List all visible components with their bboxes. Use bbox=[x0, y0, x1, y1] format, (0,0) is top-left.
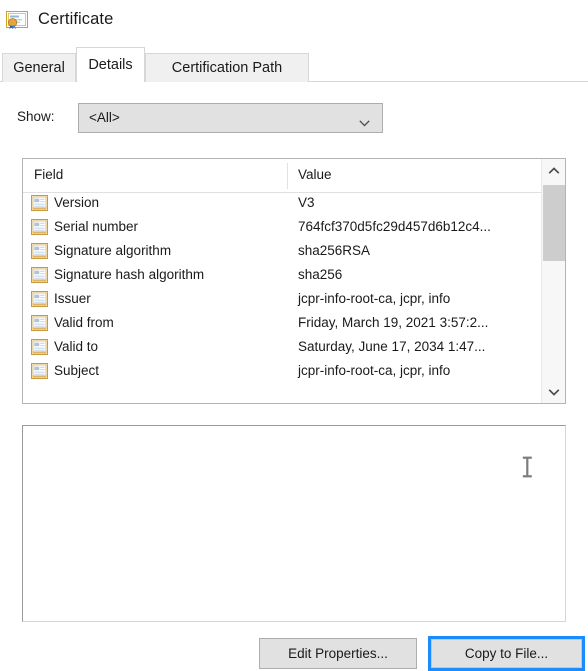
show-dropdown-value: <All> bbox=[89, 110, 120, 125]
table-row[interactable]: Signature hash algorithm sha256 bbox=[23, 264, 565, 288]
row-field-name: Issuer bbox=[54, 291, 91, 306]
scroll-up-button[interactable] bbox=[542, 159, 565, 182]
row-field-value: jcpr-info-root-ca, jcpr, info bbox=[298, 291, 451, 306]
certificate-icon bbox=[6, 10, 28, 29]
show-dropdown[interactable]: <All> bbox=[78, 103, 383, 133]
certificate-details-list[interactable]: Field Value Version V3 Serial number 764fcf… bbox=[22, 158, 566, 404]
chevron-down-icon bbox=[548, 384, 560, 399]
show-filter-row: Show: <All> bbox=[0, 103, 588, 135]
certificate-field-icon bbox=[31, 339, 48, 355]
tab-details[interactable]: Details bbox=[76, 47, 145, 83]
row-field-name: Valid to bbox=[54, 339, 99, 354]
window-title: Certificate bbox=[38, 9, 114, 28]
list-rows: Version V3 Serial number 764fcf370d5fc29d45… bbox=[23, 192, 565, 384]
chevron-up-icon bbox=[548, 163, 560, 178]
row-field-name: Valid from bbox=[54, 315, 114, 330]
table-row[interactable]: Issuer jcpr-info-root-ca, jcpr, info bbox=[23, 288, 565, 312]
tab-general[interactable]: General bbox=[2, 53, 76, 82]
row-field-value: sha256 bbox=[298, 267, 343, 282]
scroll-thumb[interactable] bbox=[543, 185, 565, 261]
certificate-field-icon bbox=[31, 219, 48, 235]
row-field-name: Signature algorithm bbox=[54, 243, 172, 258]
field-value-textarea[interactable] bbox=[22, 425, 566, 622]
column-header-value: Value bbox=[298, 167, 332, 182]
edit-properties-button[interactable]: Edit Properties... bbox=[259, 638, 417, 669]
table-row[interactable]: Valid to Saturday, June 17, 2034 1:47... bbox=[23, 336, 565, 360]
certificate-field-icon bbox=[31, 267, 48, 283]
table-row[interactable]: Version V3 bbox=[23, 192, 565, 216]
certificate-field-icon bbox=[31, 195, 48, 211]
scroll-down-button[interactable] bbox=[542, 380, 565, 403]
show-label: Show: bbox=[17, 109, 55, 124]
row-field-name: Version bbox=[54, 195, 100, 210]
certificate-field-icon bbox=[31, 363, 48, 379]
window-titlebar: Certificate bbox=[0, 0, 588, 38]
row-field-value: V3 bbox=[298, 195, 315, 210]
row-field-name: Serial number bbox=[54, 219, 139, 234]
row-field-value: Saturday, June 17, 2034 1:47... bbox=[298, 339, 486, 354]
row-field-value: Friday, March 19, 2021 3:57:2... bbox=[298, 315, 489, 330]
chevron-down-icon bbox=[359, 115, 370, 127]
table-row[interactable]: Valid from Friday, March 19, 2021 3:57:2.… bbox=[23, 312, 565, 336]
certificate-field-icon bbox=[31, 315, 48, 331]
table-row[interactable]: Subject jcpr-info-root-ca, jcpr, info bbox=[23, 360, 565, 384]
row-field-value: 764fcf370d5fc29d457d6b12c4... bbox=[298, 219, 491, 234]
text-ibeam-cursor bbox=[522, 456, 533, 478]
tab-bar: General Details Certification Path bbox=[0, 45, 588, 83]
certificate-field-icon bbox=[31, 291, 48, 307]
row-field-name: Subject bbox=[54, 363, 100, 378]
list-column-headers: Field Value bbox=[23, 159, 565, 193]
table-row[interactable]: Serial number 764fcf370d5fc29d457d6b12c4.… bbox=[23, 216, 565, 240]
certificate-field-icon bbox=[31, 243, 48, 259]
copy-to-file-label: Copy to File... bbox=[431, 639, 582, 668]
column-divider bbox=[287, 163, 288, 189]
copy-to-file-button[interactable]: Copy to File... bbox=[428, 636, 585, 671]
row-field-value: jcpr-info-root-ca, jcpr, info bbox=[298, 363, 451, 378]
row-field-value: sha256RSA bbox=[298, 243, 371, 258]
table-row[interactable]: Signature algorithm sha256RSA bbox=[23, 240, 565, 264]
column-header-field: Field bbox=[34, 167, 64, 182]
tab-certification-path[interactable]: Certification Path bbox=[145, 53, 309, 82]
list-vertical-scrollbar[interactable] bbox=[541, 159, 565, 403]
row-field-name: Signature hash algorithm bbox=[54, 267, 205, 282]
